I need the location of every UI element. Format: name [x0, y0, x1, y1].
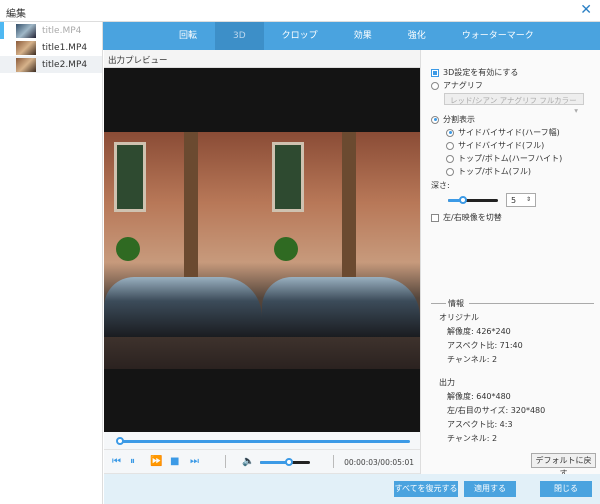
- tab-crop[interactable]: クロップ: [264, 22, 336, 50]
- seek-bar[interactable]: [104, 432, 420, 450]
- label: 分割表示: [443, 115, 475, 124]
- video-preview: [104, 68, 420, 432]
- info-value: 解像度: 640*480: [447, 392, 511, 401]
- file-item[interactable]: title1.MP4: [0, 39, 102, 56]
- info-header: 情報: [448, 299, 464, 308]
- split-radio[interactable]: 分割表示: [431, 114, 475, 125]
- bottom-bar: すべてを復元する 適用する 閉じる: [104, 474, 600, 504]
- playback-controls: ⏮ ⏸ ⏩ ■ ⏭ 🔈 00:00:03/00:05:01: [104, 450, 420, 474]
- label: トップ/ボトム(フル): [458, 167, 531, 176]
- stepper-arrows-icon[interactable]: ⇕: [526, 196, 531, 203]
- file-item[interactable]: title.MP4: [0, 22, 102, 39]
- thumbnail: [16, 23, 36, 38]
- label: サイドバイサイド(ハーフ幅): [458, 128, 560, 137]
- file-name: title2.MP4: [42, 59, 88, 70]
- swap-checkbox[interactable]: 左/右映像を切替: [431, 212, 502, 223]
- restore-all-button[interactable]: すべてを復元する: [394, 481, 458, 497]
- volume-icon[interactable]: 🔈: [242, 456, 254, 467]
- tab-watermark[interactable]: ウォーターマーク: [444, 22, 552, 50]
- info-value: 左/右目のサイズ: 320*480: [447, 406, 546, 415]
- divider: [431, 303, 446, 304]
- tab-rotate[interactable]: 回転: [161, 22, 215, 50]
- thumbnail: [16, 40, 36, 55]
- reset-default-button[interactable]: デフォルトに戻す: [531, 453, 596, 478]
- split-option-radio[interactable]: トップ/ボトム(フル): [446, 166, 531, 177]
- label: トップ/ボトム(ハーフハイト): [458, 154, 563, 163]
- stepper-value: 5: [511, 196, 517, 205]
- title-bar: 編集 ✕: [0, 0, 600, 22]
- label: 左/右映像を切替: [443, 213, 502, 222]
- thumbnail: [16, 57, 36, 72]
- left-eye-frame: [104, 132, 262, 369]
- apply-button[interactable]: 適用する: [464, 481, 516, 497]
- split-option-radio[interactable]: サイドバイサイド(ハーフ幅): [446, 127, 560, 138]
- enable-3d-checkbox[interactable]: 3D設定を有効にする: [431, 67, 518, 78]
- time-display: 00:00:03/00:05:01: [344, 458, 414, 467]
- depth-handle[interactable]: [459, 196, 467, 204]
- label: 3D設定を有効にする: [443, 68, 519, 77]
- info-value: チャンネル: 2: [447, 355, 498, 364]
- window-title: 編集: [6, 9, 26, 20]
- pause-icon[interactable]: ⏸: [130, 456, 135, 467]
- info-value: 解像度: 426*240: [447, 327, 511, 336]
- anaglyph-dropdown[interactable]: レッド/シアン アナグリフ フルカラー ▾: [444, 93, 584, 115]
- split-option-radio[interactable]: トップ/ボトム(ハーフハイト): [446, 153, 562, 164]
- tab-bar: 回転 3D クロップ 効果 強化 ウォーターマーク: [103, 22, 600, 50]
- label: アナグリフ: [443, 81, 483, 90]
- tab-enhance[interactable]: 強化: [390, 22, 444, 50]
- output-label: 出力: [439, 378, 455, 387]
- file-list: title.MP4 title1.MP4 title2.MP4: [0, 22, 103, 504]
- file-item[interactable]: title2.MP4: [0, 56, 102, 73]
- preview-header: 出力プレビュー: [104, 50, 420, 68]
- file-name: title.MP4: [42, 25, 82, 36]
- depth-label: 深さ:: [431, 181, 450, 190]
- close-icon[interactable]: ✕: [580, 2, 592, 18]
- settings-panel: 3D設定を有効にする アナグリフ レッド/シアン アナグリフ フルカラー ▾ 分割…: [420, 50, 600, 478]
- tab-effect[interactable]: 効果: [336, 22, 390, 50]
- fast-forward-icon[interactable]: ⏩: [150, 456, 162, 467]
- anaglyph-radio[interactable]: アナグリフ: [431, 80, 483, 91]
- volume-handle[interactable]: [285, 458, 293, 466]
- skip-back-icon[interactable]: ⏮: [112, 456, 121, 467]
- dropdown-value: レッド/シアン アナグリフ フルカラー: [450, 96, 577, 105]
- depth-stepper[interactable]: 5 ⇕: [506, 193, 536, 207]
- close-button[interactable]: 閉じる: [540, 481, 592, 497]
- info-value: アスペクト比: 4:3: [447, 420, 513, 429]
- tab-3d[interactable]: 3D: [215, 22, 264, 50]
- file-name: title1.MP4: [42, 42, 88, 53]
- info-value: アスペクト比: 71:40: [447, 341, 523, 350]
- skip-forward-icon[interactable]: ⏭: [190, 456, 199, 467]
- split-option-radio[interactable]: サイドバイサイド(フル): [446, 140, 544, 151]
- chevron-down-icon: ▾: [574, 106, 578, 115]
- divider: [469, 303, 594, 304]
- info-value: チャンネル: 2: [447, 434, 498, 443]
- original-label: オリジナル: [439, 313, 479, 322]
- seek-handle[interactable]: [115, 437, 124, 445]
- label: サイドバイサイド(フル): [458, 141, 545, 150]
- stop-icon[interactable]: ■: [170, 456, 179, 467]
- right-eye-frame: [262, 132, 420, 369]
